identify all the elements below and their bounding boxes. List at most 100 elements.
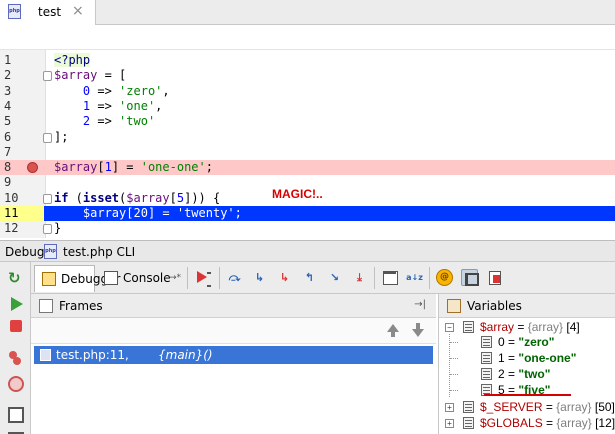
debug-tool-window-title: Debug php test.php CLI [0, 240, 615, 262]
frame-function: {main}() [158, 348, 213, 362]
variable-type: {array} [556, 400, 592, 414]
variable-row-array[interactable]: − $array = {array} [4] [439, 319, 615, 335]
fold-marker-icon[interactable] [43, 193, 52, 204]
pin-icon[interactable]: →* [169, 265, 181, 292]
debug-toolbar: Debugger Console →* ⤼ ↳ ↳ ↰ ↘ ⤓ a↓z @ [31, 262, 615, 294]
code-text: ]; [54, 130, 68, 145]
collapse-icon[interactable]: − [445, 323, 454, 332]
array-value: "zero" [518, 335, 555, 349]
fold-marker-icon[interactable] [43, 224, 52, 235]
watches-toggle-icon[interactable] [461, 269, 479, 286]
code-token: } [54, 221, 62, 236]
array-icon [463, 321, 474, 333]
fold-marker-icon[interactable] [43, 71, 52, 82]
code-line: 12} [0, 221, 615, 236]
code-token: => [90, 83, 120, 98]
frames-icon [39, 299, 53, 313]
run-configuration-name[interactable]: test.php CLI [63, 245, 135, 259]
breakpoint-icon[interactable] [27, 162, 38, 174]
frames-navigation [31, 318, 436, 344]
php-frame-icon [40, 349, 51, 361]
variable-row-global[interactable]: + $GLOBALS = {array} [12] [439, 415, 615, 431]
variable-type: {array} [556, 416, 592, 430]
line-number: 6 [4, 129, 12, 144]
evaluate-expression-icon[interactable] [381, 269, 398, 286]
variable-child-row[interactable]: 1 = "one-one" [439, 350, 615, 366]
editor-tab-test[interactable]: php test × [0, 0, 96, 25]
toolbar-separator [429, 267, 430, 289]
code-text: $array[20] = 'twenty'; [54, 206, 242, 221]
line-number: 5 [4, 114, 12, 129]
console-icon [104, 271, 118, 285]
code-token: isset [82, 190, 120, 205]
array-key: 2 [498, 367, 505, 381]
code-text: 1 => 'one', [54, 98, 163, 114]
code-line: 8 $array[1] = 'one-one'; [0, 160, 615, 176]
show-execution-point-icon[interactable] [194, 269, 211, 287]
code-token: ; [205, 160, 213, 175]
stop-icon[interactable] [10, 320, 22, 332]
code-token: $array [54, 160, 98, 175]
resume-program-icon[interactable] [8, 296, 24, 312]
frames-header: Frames →| [31, 294, 436, 318]
step-into-icon[interactable]: ↳ [251, 269, 268, 286]
variables-header: Variables [439, 294, 615, 318]
toolbar-separator [374, 267, 375, 289]
variable-child-row[interactable]: 2 = "two" [439, 366, 615, 382]
view-breakpoints-icon[interactable] [8, 350, 24, 366]
line-number: 3 [4, 83, 12, 98]
code-token: ] = [147, 206, 177, 220]
line-number: 7 [4, 144, 12, 159]
code-line: 2 $array = [ [0, 68, 615, 83]
array-key: 1 [498, 351, 505, 365]
expand-icon[interactable]: + [445, 419, 454, 428]
force-step-into-icon[interactable]: ↳ [276, 269, 293, 286]
frame-location: test.php:11, [56, 348, 129, 362]
code-token: 'two' [119, 114, 156, 129]
code-line: 11 $array[20] = 'twenty'; [0, 206, 615, 221]
code-text: 0 => 'zero', [54, 84, 170, 99]
line-number: 10 [4, 190, 19, 205]
step-out-icon[interactable]: ↰ [301, 269, 318, 286]
value-icon [481, 352, 492, 364]
expand-icon[interactable]: + [445, 403, 454, 412]
tab-console[interactable]: Console →* [97, 265, 183, 292]
code-token: ; [234, 206, 242, 220]
fold-marker-icon[interactable] [43, 132, 52, 143]
variable-row-global[interactable]: + $_SERVER = {array} [50] [439, 399, 615, 415]
code-token: 5 [176, 190, 185, 205]
tab-debugger[interactable]: Debugger [34, 265, 120, 292]
close-icon[interactable]: × [72, 3, 84, 19]
variable-child-row[interactable]: 0 = "zero" [439, 334, 615, 350]
step-over-icon[interactable]: ⤼ [226, 269, 243, 286]
code-token: 'twenty' [176, 206, 235, 220]
debug-left-toolbar: ↻ [0, 262, 31, 434]
line-number: 12 [4, 221, 19, 236]
previous-frame-arrow-up-icon[interactable] [386, 323, 400, 337]
line-number: 2 [4, 68, 12, 83]
array-icon [463, 401, 474, 413]
variable-count: [50] [594, 400, 615, 414]
restore-layout-icon[interactable] [486, 269, 503, 286]
code-token: [ [97, 160, 105, 175]
run-to-cursor-icon[interactable]: ↘ [326, 269, 343, 286]
editor-tab-bar: php test × [0, 0, 615, 25]
pin-icon[interactable]: →| [414, 299, 426, 310]
code-token: $array [82, 206, 127, 220]
code-token: => [90, 98, 120, 113]
line-number: 11 [0, 206, 44, 221]
rerun-icon[interactable]: ↻ [8, 270, 24, 286]
php-badge-icon[interactable]: @ [436, 269, 453, 286]
code-editor[interactable]: 1 <?php 2 $array = [3 0 => 'zero', 4 1 => 'o… [0, 50, 615, 238]
mute-breakpoints-icon[interactable] [8, 376, 24, 392]
code-line: 7 [0, 145, 615, 160]
code-text: $array[1] = 'one-one'; [54, 160, 213, 175]
frame-row[interactable]: test.php:11, {main}() [34, 346, 433, 364]
line-number: 1 [4, 53, 12, 67]
restore-layout-icon[interactable] [8, 407, 24, 423]
next-frame-arrow-down-icon[interactable] [411, 323, 425, 337]
sort-values-icon[interactable]: a↓z [406, 269, 423, 286]
stop-at-first-line-icon[interactable]: ⤓ [351, 269, 368, 286]
code-text: 2 => 'two' [54, 114, 155, 129]
